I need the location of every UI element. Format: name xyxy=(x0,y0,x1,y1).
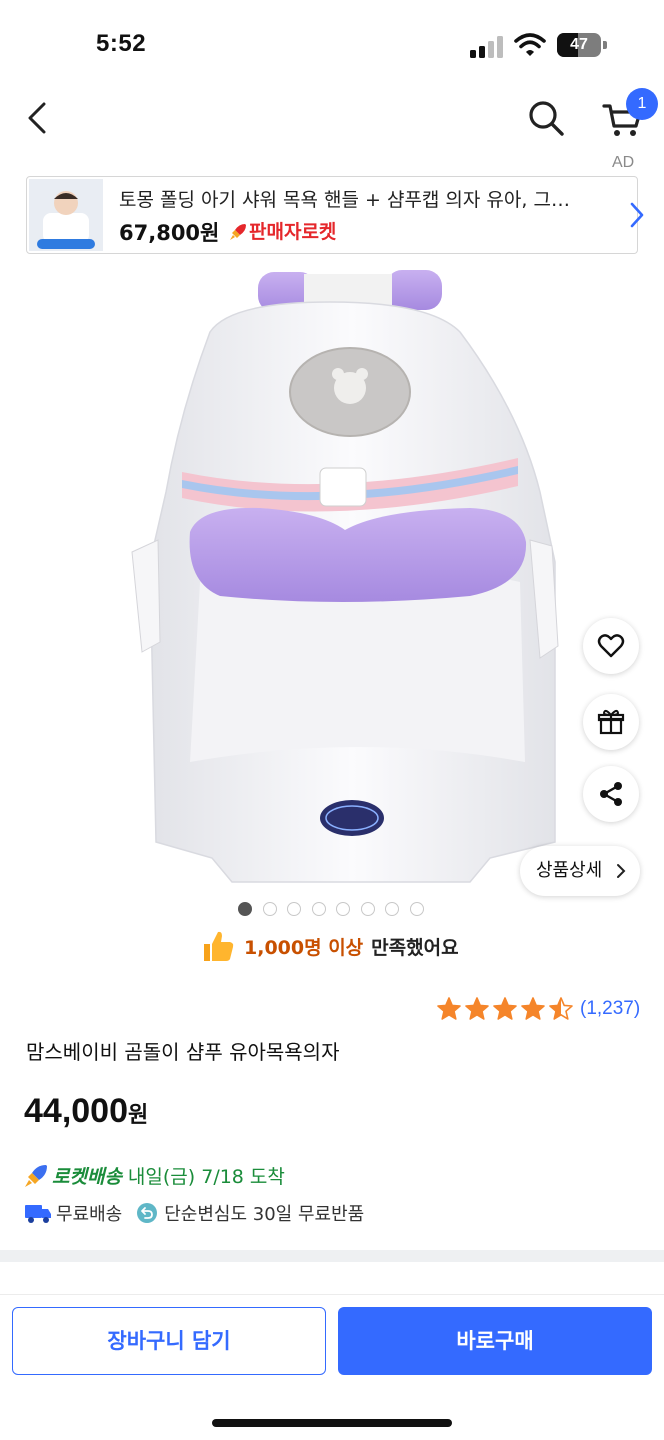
pager-dot[interactable] xyxy=(238,902,252,916)
home-indicator[interactable] xyxy=(212,1419,452,1427)
heart-icon xyxy=(597,634,625,658)
bottom-action-bar: 장바구니 담기 바로구매 xyxy=(0,1294,664,1440)
rocket-icon xyxy=(25,1165,47,1187)
satisfaction-banner: 1,000명 이상 만족했어요 xyxy=(200,926,459,966)
thumbs-up-icon xyxy=(204,931,234,961)
product-detail-label: 상품상세 xyxy=(536,860,603,881)
gift-icon xyxy=(597,709,625,735)
star-icon xyxy=(493,997,517,1020)
battery-level: 47 xyxy=(570,36,588,53)
ad-banner[interactable]: 토몽 폴딩 아기 샤워 목욕 핸들 + 샴푸캡 의자 유아, 그… 67,800… xyxy=(26,176,644,254)
cart-count-badge: 1 xyxy=(626,88,658,120)
pager-dot[interactable] xyxy=(360,902,375,916)
satisfaction-count: 1,000명 이상 xyxy=(244,936,364,959)
ad-price: 67,800원 xyxy=(119,221,220,245)
product-name: 맘스베이비 곰돌이 샴푸 유아목욕의자 xyxy=(26,1040,340,1064)
ad-title: 토몽 폴딩 아기 샤워 목욕 핸들 + 샴푸캡 의자 유아, 그… xyxy=(119,189,570,211)
battery-icon: 47 xyxy=(557,33,607,57)
delivery-info: 로켓배송 내일(금) 7/18 도착 xyxy=(24,1160,285,1190)
ad-thumbnail-image xyxy=(29,179,103,251)
cellular-signal-icon xyxy=(470,36,503,58)
share-button[interactable] xyxy=(583,766,639,822)
rating[interactable]: (1,237) xyxy=(436,994,640,1024)
star-icon xyxy=(465,997,489,1020)
star-icon xyxy=(549,997,573,1020)
star-icon xyxy=(521,997,545,1020)
pager-dot[interactable] xyxy=(287,902,301,916)
rocket-delivery-label: 로켓배송 xyxy=(52,1165,122,1188)
free-shipping-text: 무료배송 xyxy=(56,1204,123,1225)
back-button[interactable] xyxy=(18,98,58,138)
ad-label: AD xyxy=(612,154,635,171)
share-icon xyxy=(600,782,622,806)
wishlist-button[interactable] xyxy=(583,618,639,674)
buy-now-button[interactable]: 바로구매 xyxy=(338,1307,652,1375)
satisfaction-text: 만족했어요 xyxy=(371,936,459,959)
chevron-right-icon xyxy=(617,864,626,878)
image-pager[interactable] xyxy=(238,902,424,916)
section-divider xyxy=(0,1250,664,1262)
pager-dot[interactable] xyxy=(409,902,424,916)
free-return-text: 단순변심도 30일 무료반품 xyxy=(164,1204,365,1225)
review-count[interactable]: (1,237) xyxy=(580,998,640,1020)
seller-rocket-label: 판매자로켓 xyxy=(249,221,337,243)
return-icon xyxy=(137,1203,158,1223)
search-button[interactable] xyxy=(526,98,566,138)
truck-icon xyxy=(25,1205,51,1223)
pager-dot[interactable] xyxy=(311,902,326,916)
status-time: 5:52 xyxy=(96,30,147,57)
price-value: 44,000 xyxy=(24,1092,128,1130)
pager-dot[interactable] xyxy=(385,902,399,916)
arrival-date: 내일(금) 7/18 도착 xyxy=(127,1165,285,1188)
star-icon xyxy=(437,997,461,1020)
shipping-benefits: 무료배송 단순변심도 30일 무료반품 xyxy=(24,1198,378,1228)
product-price: 44,000원 xyxy=(24,1092,148,1131)
pager-dot[interactable] xyxy=(262,902,277,916)
chevron-right-icon xyxy=(630,202,644,228)
star-rating xyxy=(436,996,574,1022)
status-bar: 5:52 47 xyxy=(0,0,664,92)
product-image[interactable] xyxy=(0,262,664,892)
pager-dot[interactable] xyxy=(336,902,350,916)
gift-button[interactable] xyxy=(583,694,639,750)
price-unit: 원 xyxy=(128,1102,149,1127)
seller-rocket-badge: 판매자로켓 xyxy=(229,217,336,244)
wifi-icon xyxy=(514,33,546,56)
rocket-icon xyxy=(230,224,246,240)
add-to-cart-button[interactable]: 장바구니 담기 xyxy=(12,1307,326,1375)
product-detail-button[interactable]: 상품상세 xyxy=(520,846,640,896)
